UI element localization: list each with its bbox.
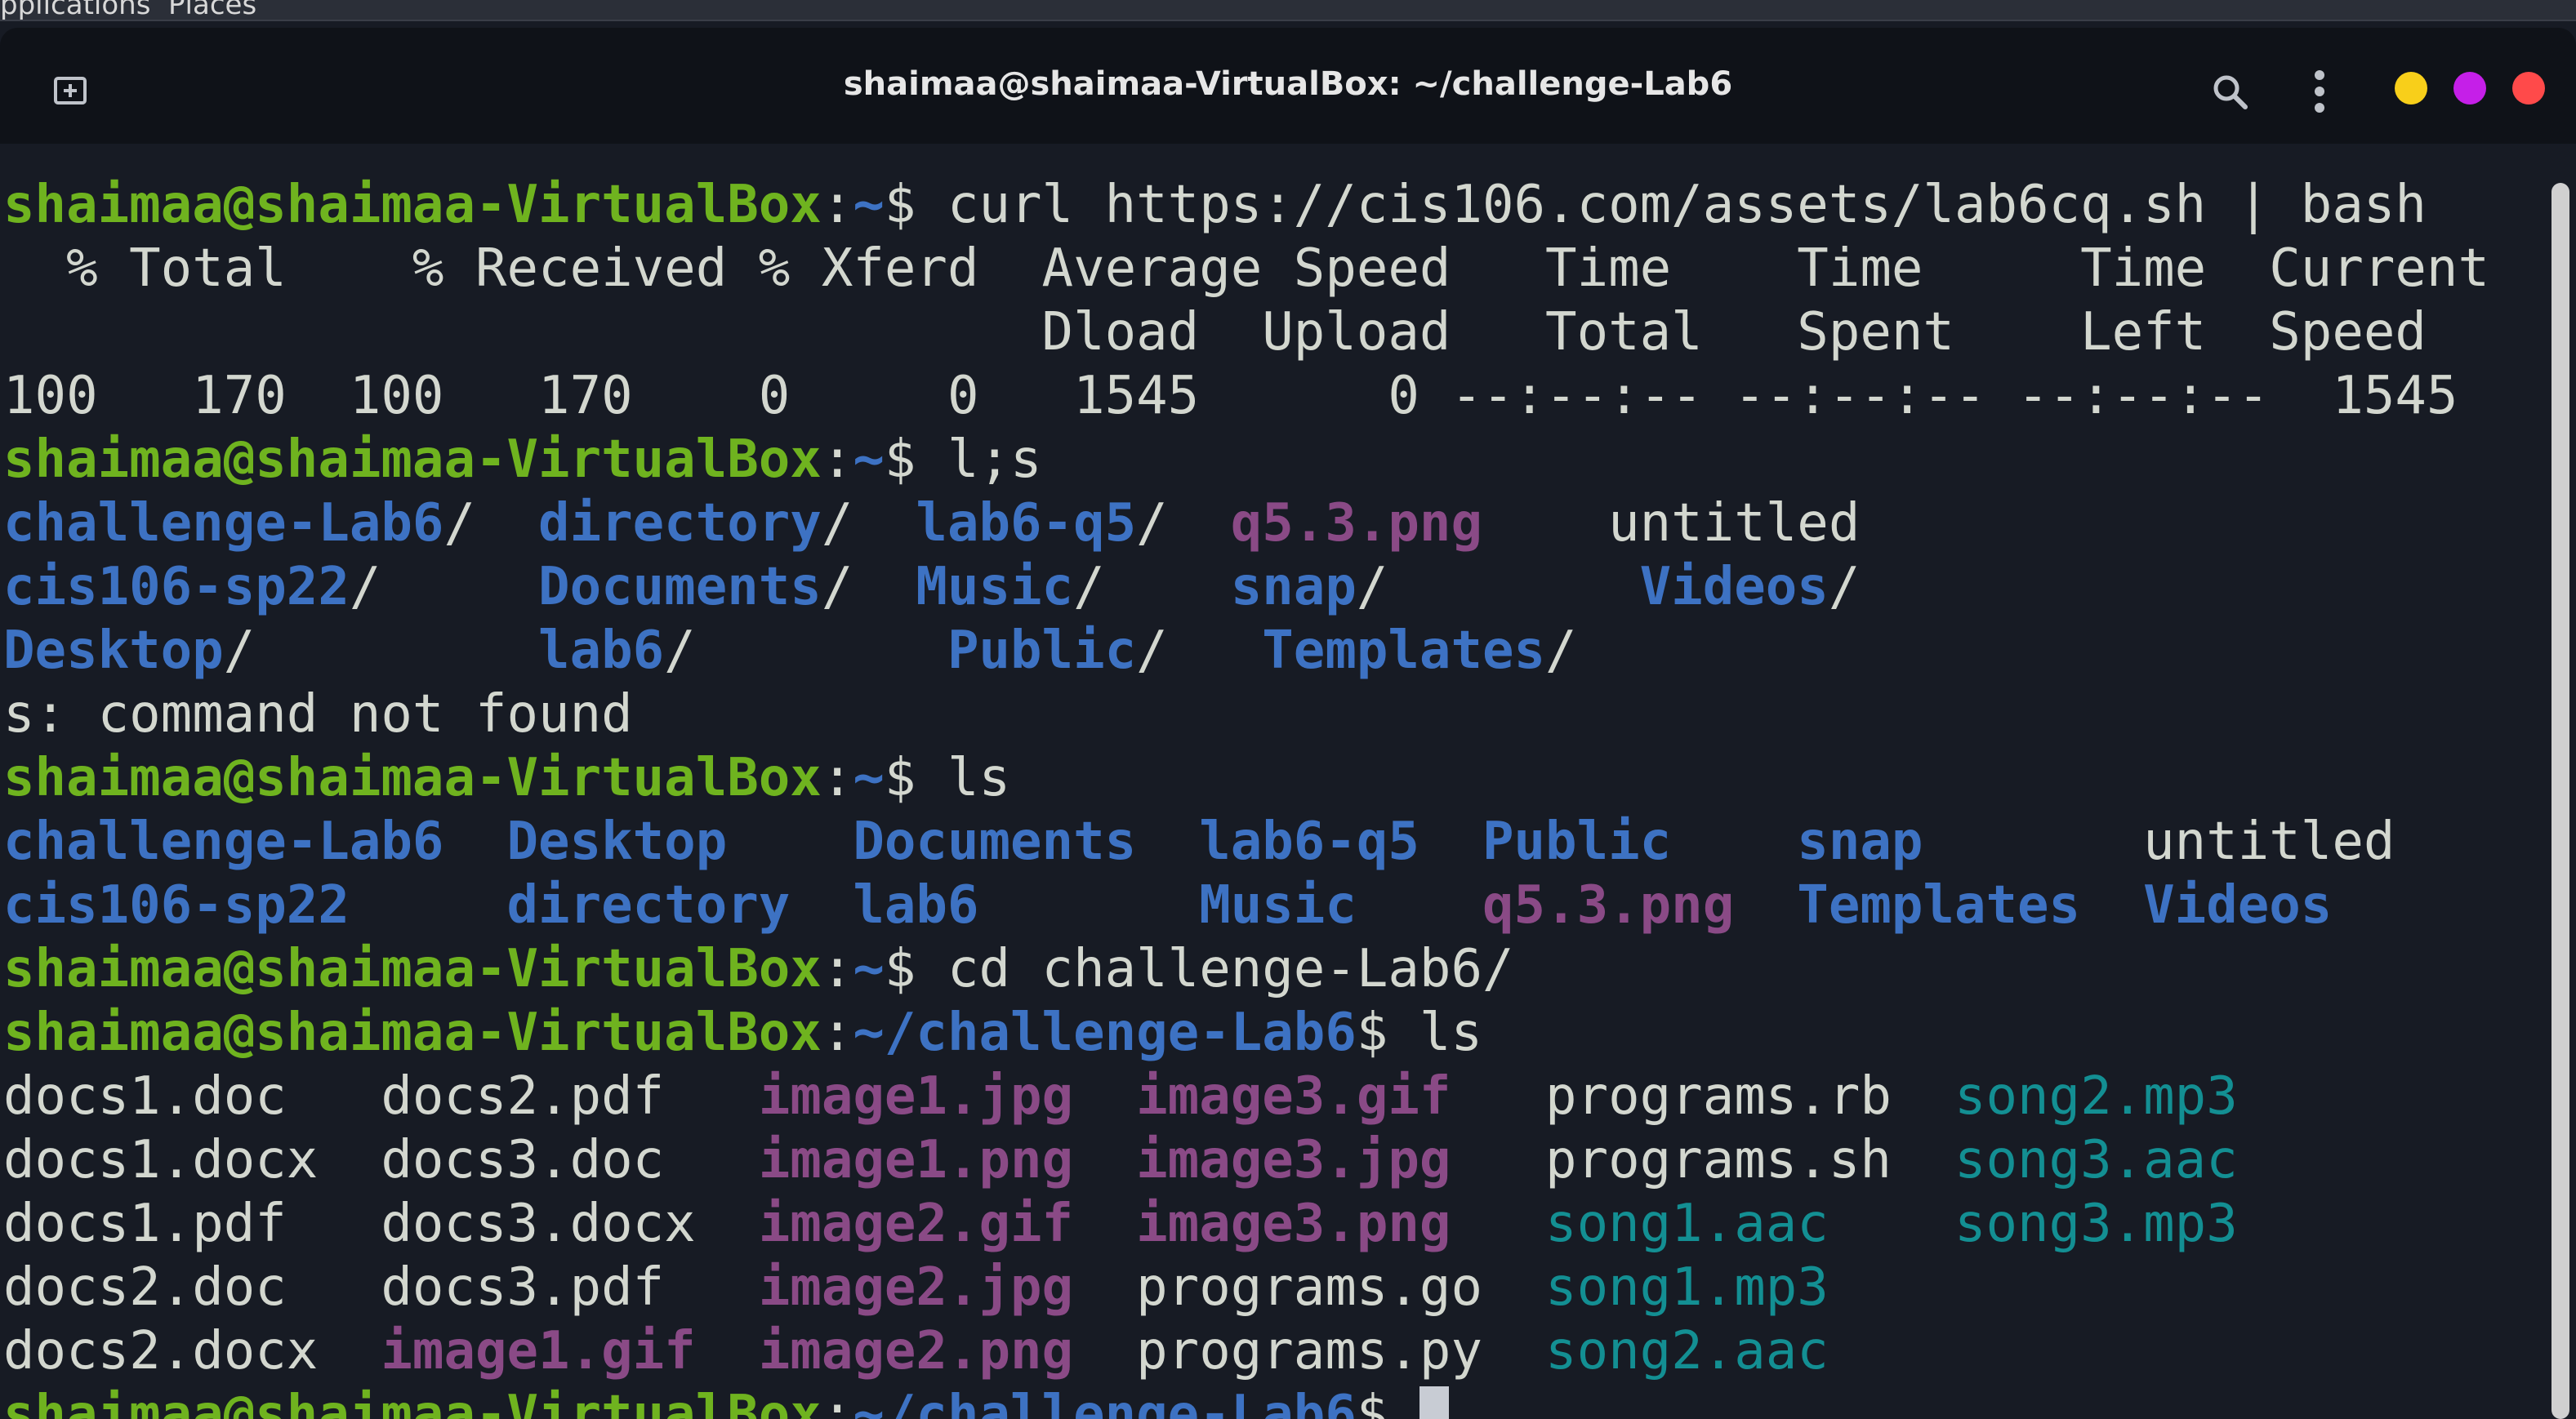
command-text: l;s xyxy=(947,429,1042,490)
system-top-bar: pplications Places xyxy=(0,0,2576,21)
file-list-row: docs1.docx docs3.doc image1.png image3.j… xyxy=(3,1130,2238,1190)
prompt-line: shaimaa@shaimaa-VirtualBox:~$ cd challen… xyxy=(3,939,1514,999)
command-text: ls xyxy=(947,748,1010,808)
prompt-line: shaimaa@shaimaa-VirtualBox:~$ ls xyxy=(3,748,1010,808)
ls-output-row: cis106-sp22/ Documents/ Music/ snap/ Vid… xyxy=(3,557,1861,617)
terminal-window: shaimaa@shaimaa-VirtualBox: ~/challenge-… xyxy=(0,28,2576,1419)
file-list-row: docs1.doc docs2.pdf image1.jpg image3.gi… xyxy=(3,1066,2238,1127)
curl-progress: 100 170 100 170 0 0 1545 0 --:--:-- --:-… xyxy=(3,366,2458,426)
ls-output-row: cis106-sp22 directory lab6 Music q5.3.pn… xyxy=(3,875,2333,936)
scrollbar-thumb[interactable] xyxy=(2551,183,2569,1419)
command-text: ls xyxy=(1419,1003,1482,1063)
kebab-menu-icon[interactable] xyxy=(2295,65,2344,118)
window-title: shaimaa@shaimaa-VirtualBox: ~/challenge-… xyxy=(843,65,1733,103)
close-button[interactable] xyxy=(2512,72,2545,105)
curl-header-1: % Total % Received % Xferd Average Speed… xyxy=(3,238,2489,299)
command-text: cd challenge-Lab6/ xyxy=(947,939,1514,999)
text-cursor xyxy=(1419,1386,1449,1419)
prompt-line: shaimaa@shaimaa-VirtualBox:~/challenge-L… xyxy=(3,1003,1482,1063)
curl-header-2: Dload Upload Total Spent Left Speed xyxy=(3,302,2427,363)
minimize-button[interactable] xyxy=(2395,72,2427,105)
prompt-line: shaimaa@shaimaa-VirtualBox:~/challenge-L… xyxy=(3,1383,1449,1419)
prompt-line: shaimaa@shaimaa-VirtualBox:~$ curl https… xyxy=(3,175,2427,235)
ls-output-row: Desktop/ lab6/ Public/ Templates/ xyxy=(3,621,1577,681)
error-message: s: command not found xyxy=(3,684,633,745)
maximize-button[interactable] xyxy=(2453,72,2486,105)
terminal-output[interactable]: shaimaa@shaimaa-VirtualBox:~$ curl https… xyxy=(0,144,2540,1419)
file-list-row: docs1.pdf docs3.docx image2.gif image3.p… xyxy=(3,1194,2238,1254)
prompt-line: shaimaa@shaimaa-VirtualBox:~$ l;s xyxy=(3,429,1042,490)
title-bar: shaimaa@shaimaa-VirtualBox: ~/challenge-… xyxy=(0,28,2576,144)
file-list-row: docs2.docx image1.gif image2.png program… xyxy=(3,1321,1829,1381)
top-bar-menu-text[interactable]: pplications Places xyxy=(0,0,256,21)
search-icon[interactable] xyxy=(2205,67,2254,116)
ls-output-row: challenge-Lab6/ directory/ lab6-q5/ q5.3… xyxy=(3,493,1861,554)
file-list-row: docs2.doc docs3.pdf image2.jpg programs.… xyxy=(3,1257,1829,1318)
ls-output-row: challenge-Lab6 Desktop Documents lab6-q5… xyxy=(3,812,2396,872)
command-text: curl https://cis106.com/assets/lab6cq.sh… xyxy=(947,175,2427,235)
